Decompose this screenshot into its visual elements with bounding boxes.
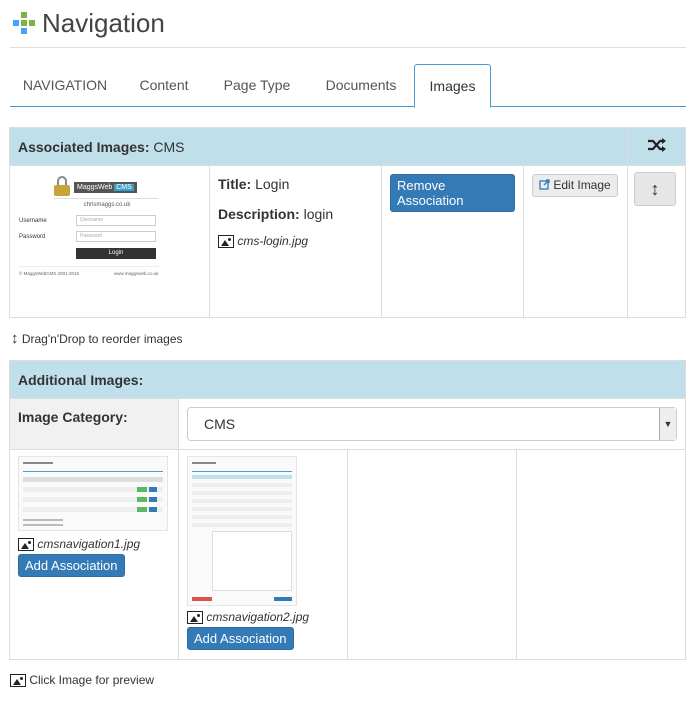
thumb-footer-left: © MaggsWebCMS 2001-2016 [19, 271, 80, 276]
drag-hint-text: Drag'n'Drop to reorder images [21, 332, 183, 346]
picture-icon [18, 538, 34, 552]
associated-image-thumbnail[interactable]: MaggsWeb CMS chrismaggs.co.uk Username U… [14, 172, 200, 300]
associated-images-table: Associated Images: CMS MaggsWeb CMS chri… [9, 127, 686, 318]
thumb-login-button: Login [76, 248, 156, 259]
additional-images-label: Additional Images: [18, 371, 144, 388]
image-description: Description: login [218, 206, 334, 222]
drag-hint: ↕ Drag'n'Drop to reorder images [11, 330, 183, 347]
thumb-username-label: Username [19, 218, 47, 224]
edit-image-label: Edit Image [553, 178, 611, 192]
tab-documents[interactable]: Documents [314, 64, 408, 107]
add-association-button[interactable]: Add Association [187, 627, 294, 651]
drag-handle-cell: ↕ [627, 165, 686, 318]
navigation-icon [13, 12, 35, 34]
image-filename: cms-login.jpg [237, 234, 309, 248]
additional-image-cell: cmsnavigation1.jpg Add Association [9, 449, 179, 660]
additional-filename: cmsnavigation2.jpg [206, 610, 310, 624]
remove-association-button[interactable]: Remove Association [390, 174, 515, 212]
edit-image-button[interactable]: Edit Image [532, 174, 618, 197]
additional-images-table: Additional Images: Image Category: CMS ▼ [9, 360, 686, 660]
tab-content[interactable]: Content [128, 64, 200, 107]
tab-images[interactable]: Images [414, 64, 491, 108]
shuffle-cell [627, 127, 686, 166]
associated-images-label: Associated Images: [18, 138, 150, 155]
additional-filename: cmsnavigation1.jpg [37, 537, 141, 551]
image-category-value: CMS [204, 416, 236, 432]
preview-hint: Click Image for preview [10, 673, 155, 688]
image-category-select[interactable]: CMS ▼ [187, 407, 677, 441]
tab-navigation[interactable]: NAVIGATION [10, 64, 120, 107]
chevron-down-icon[interactable]: ▼ [659, 408, 676, 440]
additional-filename-row: cmsnavigation1.jpg [18, 537, 170, 552]
page-header: Navigation [10, 6, 686, 48]
additional-filename-row: cmsnavigation2.jpg [187, 610, 339, 625]
additional-image-cell: cmsnavigation2.jpg Add Association [178, 449, 348, 660]
updown-arrow-icon: ↕ [650, 179, 660, 199]
preview-hint-text: Click Image for preview [29, 673, 155, 687]
add-association-button[interactable]: Add Association [18, 554, 125, 578]
padlock-icon [54, 176, 70, 196]
empty-image-cell [516, 449, 686, 660]
additional-image-thumbnail[interactable] [187, 456, 297, 606]
edit-cell: Edit Image [523, 165, 628, 318]
shuffle-icon[interactable] [647, 137, 667, 153]
additional-images-header: Additional Images: [9, 360, 686, 399]
thumb-password-label: Password [19, 234, 46, 240]
image-title: Title: Login [218, 176, 290, 192]
thumb-password-field: Password [76, 231, 156, 242]
image-category-label: Image Category: [18, 409, 128, 425]
additional-image-thumbnail[interactable] [18, 456, 168, 531]
image-category-label-cell: Image Category: [9, 398, 179, 450]
page-title: Navigation [42, 8, 165, 38]
drag-handle-button[interactable]: ↕ [634, 172, 676, 206]
thumb-brand: MaggsWeb CMS [74, 182, 137, 193]
thumb-footer-right: www.maggsweb.co.uk [114, 271, 159, 276]
associated-info-cell: Title: Login Description: login cms-logi… [209, 165, 382, 318]
picture-icon [218, 235, 234, 249]
image-filename-row: cms-login.jpg [218, 234, 373, 249]
image-category-select-cell: CMS ▼ [178, 398, 686, 450]
empty-image-cell [347, 449, 517, 660]
tab-page-type[interactable]: Page Type [210, 64, 304, 107]
updown-hint-icon: ↕ [11, 330, 19, 347]
external-link-icon [539, 179, 550, 190]
tab-bar: NAVIGATION Content Page Type Documents I… [10, 64, 686, 108]
thumb-site: chrismaggs.co.uk [83, 202, 131, 208]
associated-images-category: CMS [153, 138, 185, 155]
picture-icon [187, 611, 203, 625]
thumb-username-field: Username [76, 215, 156, 226]
remove-cell: Remove Association [381, 165, 524, 318]
picture-icon [10, 674, 26, 688]
associated-thumb-cell: MaggsWeb CMS chrismaggs.co.uk Username U… [9, 165, 210, 318]
associated-images-header: Associated Images: CMS [9, 127, 628, 166]
